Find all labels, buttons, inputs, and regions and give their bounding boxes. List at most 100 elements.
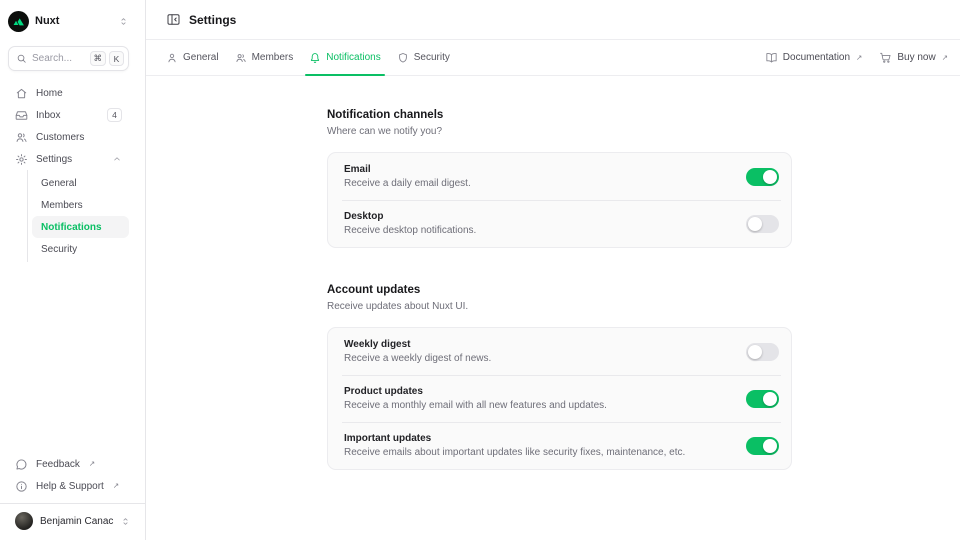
sidebar: Nuxt Search... ⌘ K Home <box>0 0 146 540</box>
tab-general[interactable]: General <box>158 40 227 75</box>
setting-row-important-updates: Important updates Receive emails about i… <box>328 422 791 469</box>
section-title: Notification channels <box>327 109 792 121</box>
setting-row-weekly-digest: Weekly digest Receive a weekly digest of… <box>328 328 791 375</box>
title-bar: Settings <box>146 0 960 40</box>
setting-description: Receive desktop notifications. <box>344 225 476 236</box>
sidebar-item-settings[interactable]: Settings <box>8 148 129 170</box>
chat-bubble-icon <box>15 458 28 471</box>
gear-icon <box>15 153 28 166</box>
sidebar-item-label: Members <box>41 200 83 211</box>
setting-description: Receive a weekly digest of news. <box>344 353 491 364</box>
sidebar-spacer <box>8 262 129 453</box>
toggle-knob <box>748 345 762 359</box>
setting-row-text: Important updates Receive emails about i… <box>344 433 697 458</box>
sidebar-item-security[interactable]: Security <box>32 238 129 260</box>
workspace-switcher[interactable]: Nuxt <box>8 8 129 34</box>
tab-label: Security <box>414 52 450 63</box>
user-icon <box>166 52 178 64</box>
setting-title: Important updates <box>344 433 685 444</box>
sidebar-item-label: General <box>41 178 77 189</box>
sidebar-footer-nav: Feedback ↗ Help & Support ↗ <box>8 453 129 497</box>
setting-row-text: Desktop Receive desktop notifications. <box>344 211 488 236</box>
setting-row-product-updates: Product updates Receive a monthly email … <box>328 375 791 422</box>
section-notification-channels: Notification channels Where can we notif… <box>327 109 792 248</box>
sidebar-item-label: Customers <box>36 132 84 143</box>
setting-row-text: Weekly digest Receive a weekly digest of… <box>344 339 503 364</box>
user-menu[interactable]: Benjamin Canac <box>8 510 129 532</box>
documentation-link[interactable]: Documentation ↗ <box>765 51 863 64</box>
search-input[interactable]: Search... ⌘ K <box>8 46 129 71</box>
toggle-knob <box>763 439 777 453</box>
setting-title: Email <box>344 164 471 175</box>
sidebar-item-inbox[interactable]: Inbox 4 <box>8 104 129 126</box>
sidebar-item-label: Inbox <box>36 110 60 121</box>
bell-icon <box>309 52 321 64</box>
sidebar-item-home[interactable]: Home <box>8 82 129 104</box>
settings-card: Email Receive a daily email digest. Desk… <box>327 152 792 248</box>
sidebar-nav: Home Inbox 4 Customers Settings <box>8 82 129 262</box>
chevron-up-down-icon <box>118 16 129 27</box>
sidebar-item-general[interactable]: General <box>32 172 129 194</box>
section-subtitle: Where can we notify you? <box>327 126 792 137</box>
external-link-icon: ↗ <box>856 54 862 62</box>
toggle-weekly-digest[interactable] <box>746 343 779 361</box>
setting-row-desktop: Desktop Receive desktop notifications. <box>328 200 791 247</box>
setting-row-email: Email Receive a daily email digest. <box>328 153 791 200</box>
external-link-icon: ↗ <box>113 482 119 490</box>
avatar <box>15 512 33 530</box>
sidebar-item-label: Notifications <box>41 222 102 233</box>
users-icon <box>15 131 28 144</box>
home-icon <box>15 87 28 100</box>
chevron-up-icon <box>112 154 122 164</box>
link-label: Documentation <box>783 52 850 63</box>
setting-title: Product updates <box>344 386 607 397</box>
shopping-cart-icon <box>879 51 892 64</box>
user-menu-container: Benjamin Canac <box>0 503 145 540</box>
kbd-meta: ⌘ <box>90 51 107 66</box>
external-link-icon: ↗ <box>89 460 95 468</box>
chevron-up-down-icon <box>120 516 131 527</box>
users-icon <box>235 52 247 64</box>
settings-card: Weekly digest Receive a weekly digest of… <box>327 327 792 470</box>
sidebar-item-members[interactable]: Members <box>32 194 129 216</box>
setting-row-text: Product updates Receive a monthly email … <box>344 386 619 411</box>
sidebar-item-label: Help & Support <box>36 481 104 492</box>
tab-bar: General Members Notifications <box>146 40 960 76</box>
tab-members[interactable]: Members <box>227 40 302 75</box>
toggle-desktop[interactable] <box>746 215 779 233</box>
settings-column: Notification channels Where can we notif… <box>327 109 792 470</box>
settings-tabs: General Members Notifications <box>158 40 458 75</box>
workspace-name: Nuxt <box>35 15 59 27</box>
toggle-knob <box>748 217 762 231</box>
setting-description: Receive emails about important updates l… <box>344 447 685 458</box>
sidebar-collapse-icon[interactable] <box>166 12 181 27</box>
tab-label: Notifications <box>326 52 380 63</box>
kbd-key: K <box>109 51 124 66</box>
header-links: Documentation ↗ Buy now↗ <box>765 51 948 64</box>
setting-description: Receive a monthly email with all new fea… <box>344 400 607 411</box>
tab-notifications[interactable]: Notifications <box>301 40 388 75</box>
book-open-icon <box>765 51 778 64</box>
sidebar-item-help-support[interactable]: Help & Support ↗ <box>8 475 129 497</box>
tab-label: General <box>183 52 219 63</box>
sidebar-item-customers[interactable]: Customers <box>8 126 129 148</box>
toggle-important-updates[interactable] <box>746 437 779 455</box>
toggle-knob <box>763 170 777 184</box>
inbox-count-badge: 4 <box>107 108 122 122</box>
search-shortcut: ⌘ K <box>90 51 125 66</box>
user-name: Benjamin Canac <box>40 516 113 527</box>
main-panel: Settings General Members <box>146 0 960 540</box>
toggle-knob <box>763 392 777 406</box>
sidebar-item-label: Security <box>41 244 77 255</box>
section-account-updates: Account updates Receive updates about Nu… <box>327 284 792 470</box>
sidebar-item-notifications[interactable]: Notifications <box>32 216 129 238</box>
link-label: Buy now <box>897 52 935 63</box>
buy-now-link[interactable]: Buy now↗ <box>879 51 948 64</box>
toggle-email[interactable] <box>746 168 779 186</box>
toggle-product-updates[interactable] <box>746 390 779 408</box>
sidebar-item-feedback[interactable]: Feedback ↗ <box>8 453 129 475</box>
sidebar-item-label: Feedback <box>36 459 80 470</box>
tab-security[interactable]: Security <box>389 40 458 75</box>
setting-description: Receive a daily email digest. <box>344 178 471 189</box>
section-subtitle: Receive updates about Nuxt UI. <box>327 301 792 312</box>
